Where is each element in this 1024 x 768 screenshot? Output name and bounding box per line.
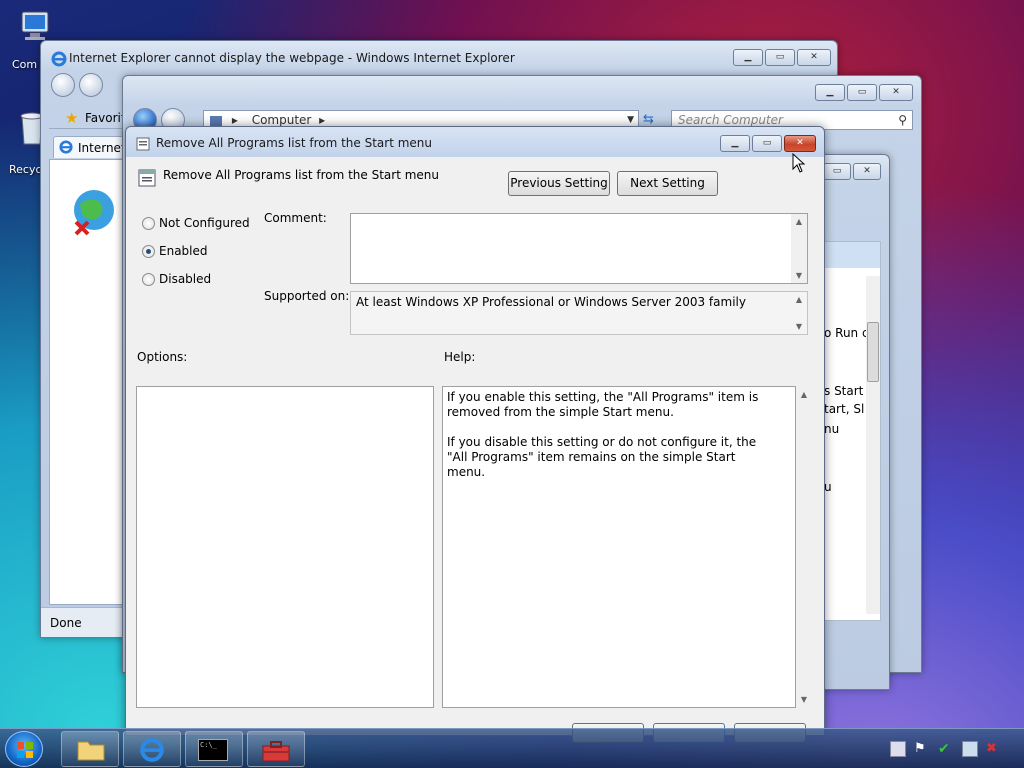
security-shield-icon[interactable]: ✔ — [938, 741, 954, 757]
search-icon[interactable]: ⚲ — [898, 111, 907, 129]
ie-logo-icon — [59, 140, 73, 154]
minimize-button[interactable]: ▁ — [733, 49, 763, 66]
enabled-radio[interactable] — [142, 245, 155, 258]
network-status-icon[interactable] — [890, 741, 906, 757]
volume-muted-icon[interactable]: ✖ — [986, 741, 1002, 757]
desktop-icon-label: Recyc — [9, 163, 42, 176]
computer-icon — [16, 10, 52, 44]
page-error-icon — [70, 188, 118, 236]
close-button[interactable]: ✕ — [784, 135, 816, 152]
comment-label: Comment: — [264, 211, 327, 225]
policy-icon — [138, 169, 156, 187]
taskbar-explorer[interactable] — [61, 731, 119, 767]
window-title: Internet Explorer cannot display the web… — [69, 51, 515, 65]
next-setting-button[interactable]: Next Setting — [617, 171, 718, 196]
list-item: tart, Sl — [824, 402, 865, 416]
close-button[interactable]: ✕ — [797, 49, 831, 66]
dialog-title: Remove All Programs list from the Start … — [156, 136, 432, 150]
supported-scrollbar[interactable]: ▲ ▼ — [791, 292, 807, 334]
taskbar-command-prompt[interactable]: C:\_ — [185, 731, 243, 767]
windows-logo-icon — [16, 741, 34, 759]
ie-logo-icon — [139, 737, 165, 763]
start-button[interactable] — [5, 731, 43, 767]
policy-setting-dialog[interactable]: Remove All Programs list from the Start … — [125, 126, 825, 743]
breadcrumb-arrow-icon: ▸ — [231, 113, 238, 127]
comment-textarea[interactable]: ▲ ▼ — [350, 213, 808, 284]
maximize-button[interactable]: ▭ — [765, 49, 795, 66]
desktop-icon-label: Com — [12, 58, 38, 71]
taskbar-internet-explorer[interactable] — [123, 731, 181, 767]
search-placeholder: Search Computer — [678, 113, 783, 127]
supported-on-value: At least Windows XP Professional or Wind… — [356, 295, 746, 309]
dialog-body: Remove All Programs list from the Start … — [132, 157, 818, 743]
status-text: Done — [50, 616, 82, 630]
minimize-button[interactable]: ▁ — [815, 84, 845, 101]
maximize-button[interactable]: ▭ — [823, 163, 851, 180]
disabled-radio[interactable] — [142, 273, 155, 286]
options-label: Options: — [137, 350, 188, 364]
supported-on-label: Supported on: — [264, 289, 350, 303]
ie-logo-icon — [51, 51, 67, 67]
scroll-down-icon[interactable]: ▼ — [791, 322, 807, 331]
not-configured-radio[interactable] — [142, 217, 155, 230]
action-center-flag-icon[interactable]: ⚑ — [914, 741, 930, 757]
favorites-button[interactable]: Favorit — [85, 111, 126, 125]
back-button[interactable] — [51, 73, 75, 97]
enabled-label[interactable]: Enabled — [159, 244, 208, 258]
help-scrollbar[interactable]: ▲ ▼ — [796, 386, 812, 708]
comment-scrollbar[interactable]: ▲ ▼ — [791, 214, 807, 283]
scrollbar-thumb[interactable] — [867, 322, 879, 382]
folder-icon — [76, 738, 106, 762]
taskbar-group-policy[interactable] — [247, 731, 305, 767]
scroll-down-icon[interactable]: ▼ — [796, 695, 812, 704]
minimize-button[interactable]: ▁ — [720, 135, 750, 152]
mouse-cursor-icon — [792, 152, 806, 173]
previous-setting-button[interactable]: Previous Setting — [508, 171, 610, 196]
not-configured-label[interactable]: Not Configured — [159, 216, 250, 230]
help-label: Help: — [444, 350, 476, 364]
taskbar: C:\_ ⚑ ✔ ✖ — [0, 728, 1024, 768]
breadcrumb-computer[interactable]: Computer — [252, 113, 312, 127]
computer-icon — [210, 115, 222, 126]
scroll-up-icon[interactable]: ▲ — [791, 217, 807, 226]
help-pane: If you enable this setting, the "All Pro… — [442, 386, 796, 708]
maximize-button[interactable]: ▭ — [752, 135, 782, 152]
favorites-bar: ★ Favorit — [49, 105, 129, 129]
close-button[interactable]: ✕ — [879, 84, 913, 101]
network-icon[interactable] — [962, 741, 978, 757]
breadcrumb-arrow-icon: ▸ — [319, 113, 326, 127]
policy-icon — [136, 137, 150, 151]
list-item: o Run c — [824, 326, 869, 340]
policy-name: Remove All Programs list from the Start … — [163, 168, 439, 182]
refresh-icon[interactable]: ⇆ — [643, 112, 654, 127]
star-icon[interactable]: ★ — [65, 109, 78, 127]
help-text: If you enable this setting, the "All Pro… — [447, 390, 759, 479]
list-item: nu — [824, 422, 840, 436]
disabled-label[interactable]: Disabled — [159, 272, 211, 286]
toolbox-icon — [261, 739, 291, 763]
scroll-up-icon[interactable]: ▲ — [796, 390, 812, 399]
supported-on-field: At least Windows XP Professional or Wind… — [350, 291, 808, 335]
maximize-button[interactable]: ▭ — [847, 84, 877, 101]
vertical-scrollbar[interactable] — [866, 276, 880, 614]
scroll-up-icon[interactable]: ▲ — [791, 295, 807, 304]
tab-label: Internet — [78, 141, 126, 155]
tab-internet[interactable]: Internet — [53, 136, 126, 158]
scroll-down-icon[interactable]: ▼ — [791, 271, 807, 280]
forward-button[interactable] — [79, 73, 103, 97]
options-pane — [136, 386, 434, 708]
command-prompt-icon: C:\_ — [198, 739, 228, 761]
close-button[interactable]: ✕ — [853, 163, 881, 180]
list-item: u — [824, 480, 832, 494]
